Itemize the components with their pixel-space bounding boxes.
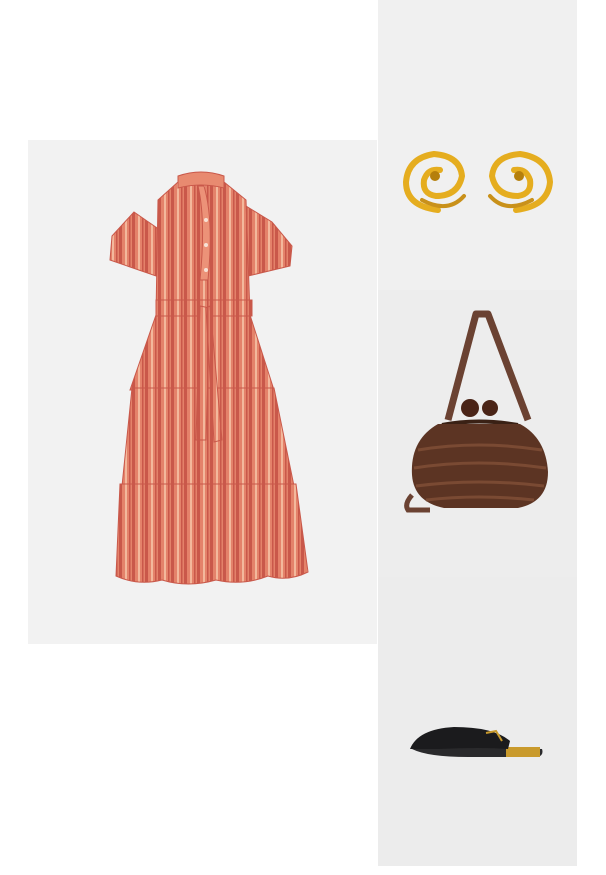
dress-panel (28, 140, 377, 644)
gold-swirl-earrings-image[interactable] (378, 0, 577, 290)
earrings-panel (378, 0, 577, 290)
accessories-column (378, 0, 577, 866)
handbag-panel (378, 290, 577, 577)
striped-tiered-dress-image[interactable] (28, 140, 377, 644)
woven-brown-handbag-image[interactable] (378, 290, 577, 577)
sandals-panel (378, 577, 577, 866)
black-slide-sandal-image[interactable] (378, 577, 577, 866)
